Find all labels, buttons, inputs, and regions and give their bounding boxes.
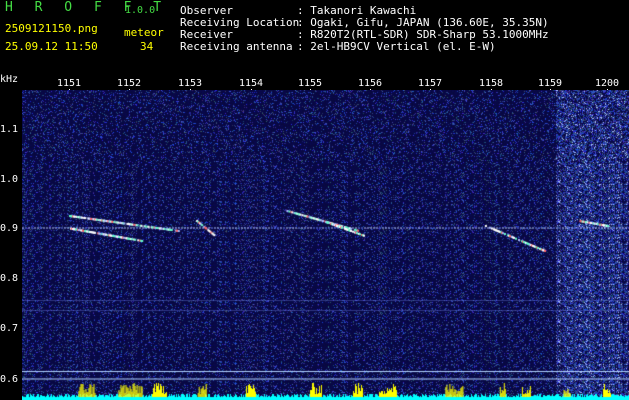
y-tick-label-1.0: 1.0 — [0, 174, 19, 185]
y-axis-label: kHz — [0, 74, 19, 85]
meteor-count: 34 — [140, 40, 154, 53]
info-key-antenna: Receiving antenna — [180, 40, 293, 53]
file-name: 2509121150.png — [5, 22, 98, 35]
meteor-label: meteor — [124, 26, 164, 39]
x-tick-label-1154: 1154 — [238, 78, 264, 89]
y-tick-label-0.7: 0.7 — [0, 323, 19, 334]
header-panel: H R O F F T 1.0.0 2509121150.png 25.09.1… — [0, 0, 629, 72]
timestamp: 25.09.12 11:50 — [5, 40, 98, 53]
y-tick-label-0.6: 0.6 — [0, 374, 19, 385]
y-tick-label-0.8: 0.8 — [0, 273, 19, 284]
y-tick-label-1.1: 1.1 — [0, 124, 19, 135]
x-tick-label-1153: 1153 — [177, 78, 203, 89]
info-value-antenna: : 2el-HB9CV Vertical (el. E-W) — [297, 40, 496, 53]
spectrogram-plot — [22, 90, 629, 400]
x-tick-label-1158: 1158 — [478, 78, 504, 89]
app-version: 1.0.0 — [125, 5, 156, 16]
x-tick-label-1157: 1157 — [417, 78, 443, 89]
x-tick-label-1151: 1151 — [56, 78, 82, 89]
y-tick-label-0.9: 0.9 — [0, 223, 19, 234]
x-tick-label-1159: 1159 — [537, 78, 563, 89]
x-tick-label-1200: 1200 — [594, 78, 620, 89]
x-tick-label-1152: 1152 — [116, 78, 142, 89]
x-tick-label-1156: 1156 — [357, 78, 383, 89]
x-tick-label-1155: 1155 — [297, 78, 323, 89]
